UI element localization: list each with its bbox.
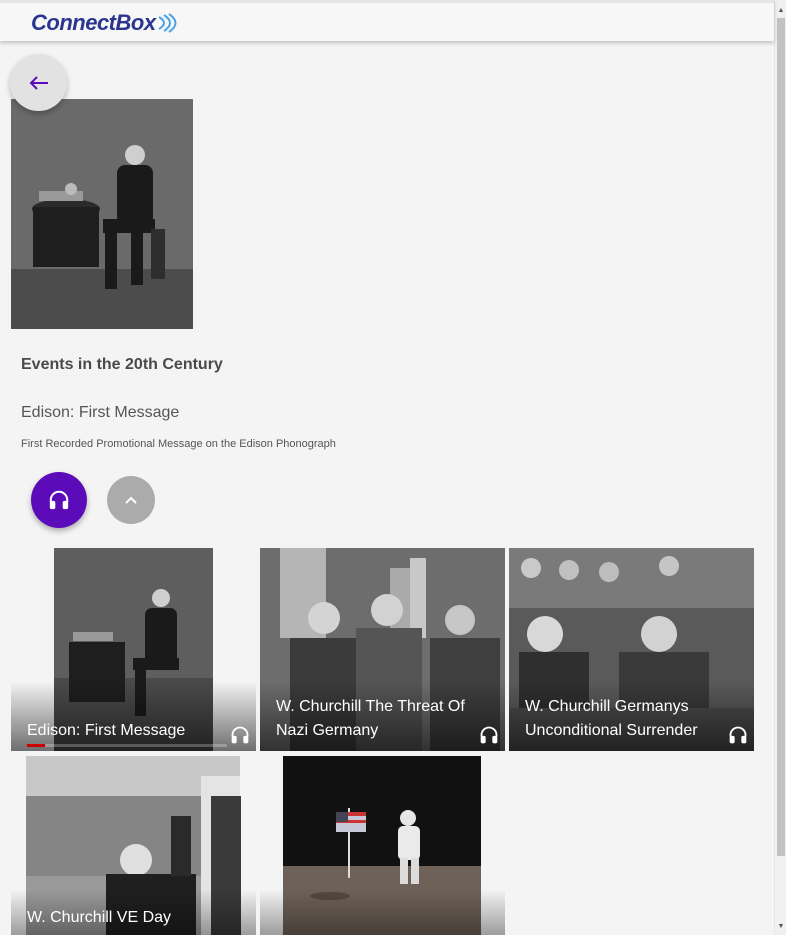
- chevron-up-icon: [125, 496, 137, 504]
- media-tile[interactable]: W. Churchill The Threat Of Nazi Germany: [260, 548, 505, 751]
- scroll-up-arrow-icon[interactable]: ▲: [775, 4, 786, 18]
- headphones-icon: [49, 490, 69, 510]
- collapse-button[interactable]: [107, 476, 155, 524]
- scrollbar-thumb[interactable]: [777, 18, 785, 856]
- headphones-icon[interactable]: [479, 725, 499, 745]
- media-tile[interactable]: W. Churchill VE Day: [11, 756, 256, 935]
- logo-text: ConnectBox: [31, 10, 156, 35]
- media-tile[interactable]: W. Churchill Germanys Unconditional Surr…: [509, 548, 754, 751]
- headphones-icon[interactable]: [728, 725, 748, 745]
- tile-label: W. Churchill The Threat Of Nazi Germany: [276, 698, 465, 739]
- arrow-left-icon: [29, 75, 48, 90]
- scroll-down-arrow-icon[interactable]: ▼: [775, 920, 786, 934]
- item-description: First Recorded Promotional Message on th…: [21, 438, 336, 450]
- app-header: ConnectBox: [0, 0, 774, 41]
- tile-gradient: [260, 889, 505, 935]
- tile-label: Edison: First Message: [27, 722, 186, 739]
- page: ConnectBox ▲ ▼ Events in the 20th Centur…: [0, 0, 786, 935]
- connectbox-logo[interactable]: ConnectBox: [31, 9, 181, 37]
- media-tile[interactable]: [260, 756, 505, 935]
- wifi-waves-icon: [158, 13, 177, 33]
- tile-label: W. Churchill VE Day: [27, 909, 172, 926]
- back-button[interactable]: [10, 54, 67, 111]
- tile-label: W. Churchill Germanys Unconditional Surr…: [525, 698, 698, 739]
- edison-photo: [11, 99, 193, 329]
- listen-button[interactable]: [31, 472, 87, 528]
- hero-image: [11, 99, 193, 329]
- media-tile[interactable]: Edison: First Message: [11, 548, 256, 751]
- playback-progress-fill: [27, 744, 45, 747]
- playback-progress[interactable]: [27, 744, 227, 747]
- item-title: Edison: First Message: [21, 404, 180, 421]
- headphones-icon[interactable]: [230, 725, 250, 745]
- section-title: Events in the 20th Century: [21, 356, 223, 373]
- vertical-scrollbar[interactable]: ▲ ▼: [774, 0, 786, 935]
